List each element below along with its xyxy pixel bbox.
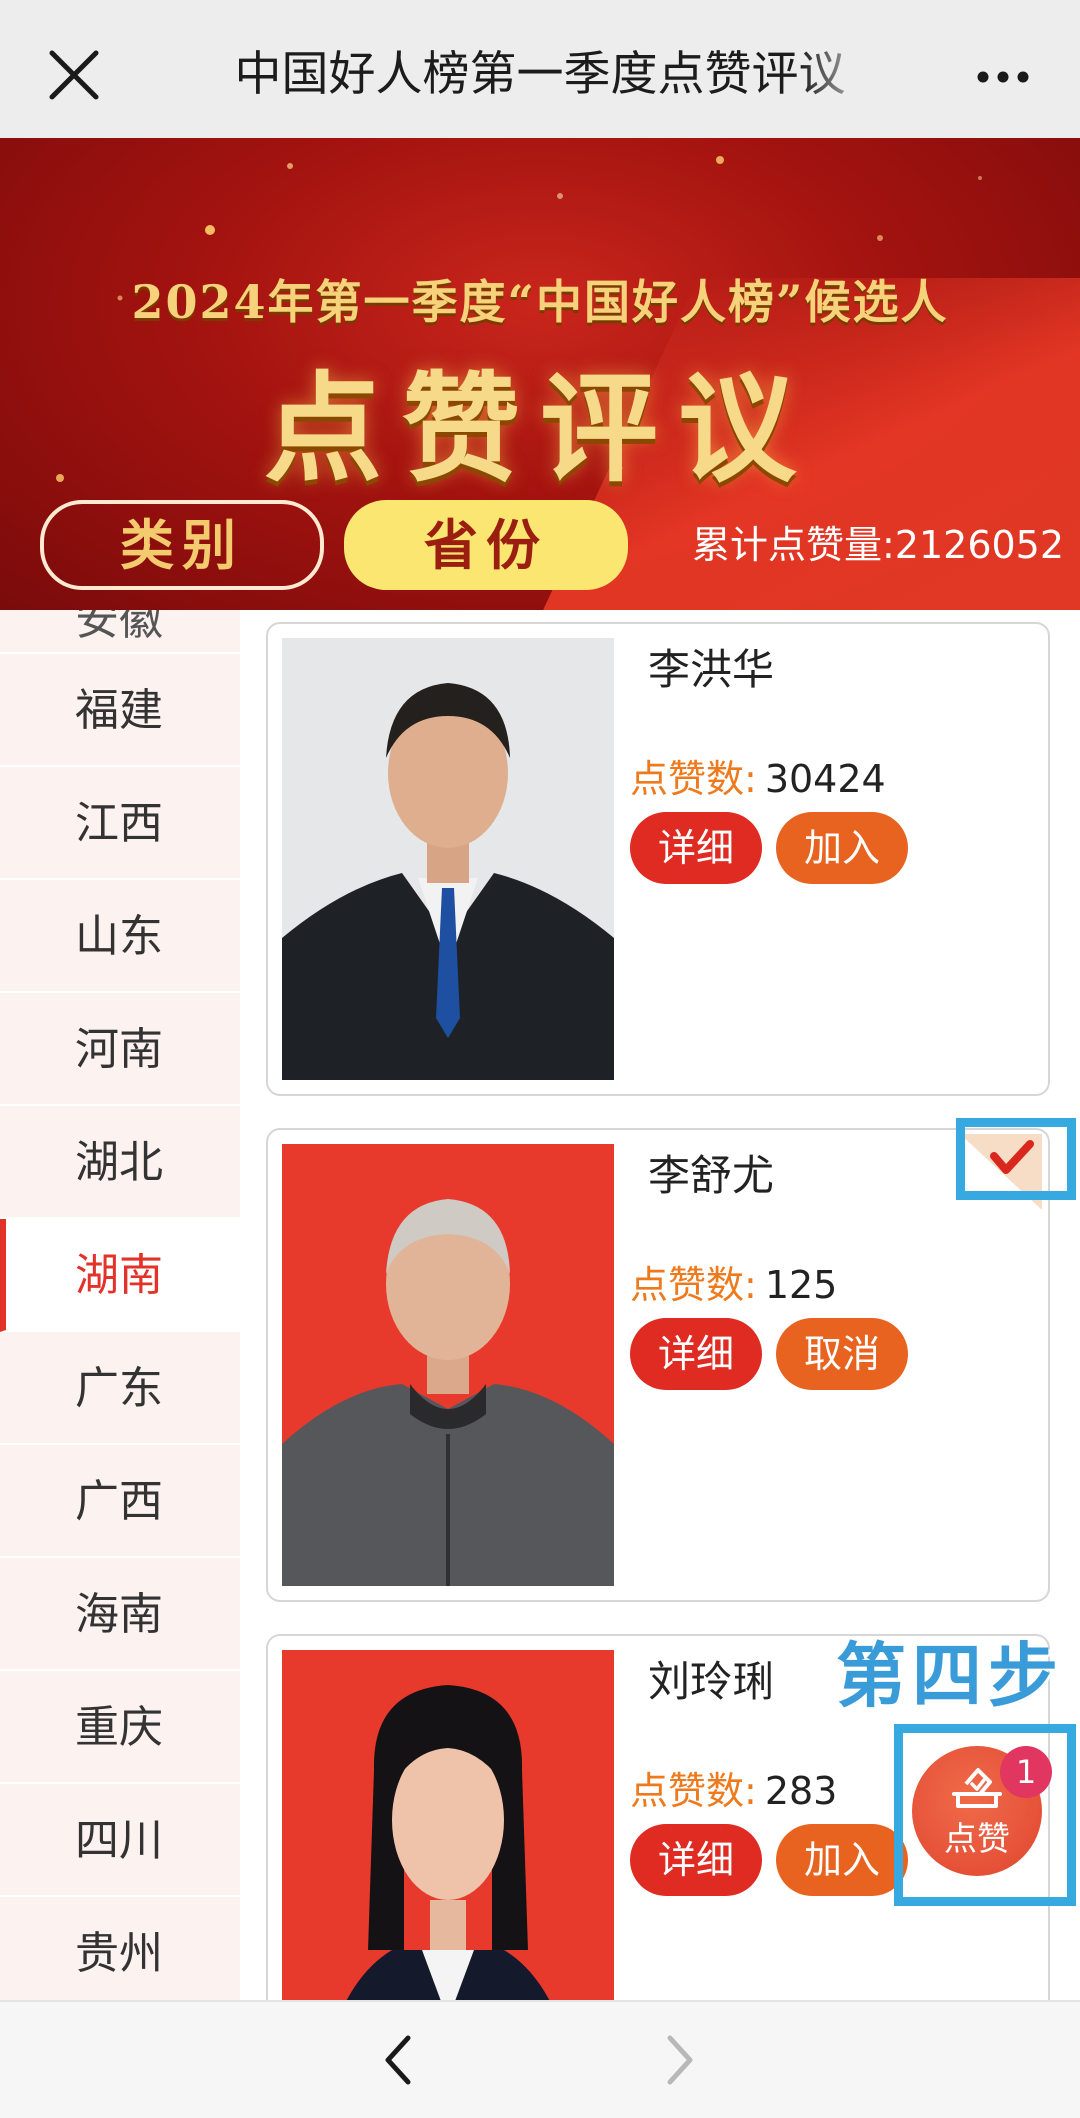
candidate-name: 刘玲琍 <box>648 1657 775 1706</box>
sidebar-item-hunan[interactable]: 湖南 <box>0 1219 240 1332</box>
detail-button[interactable]: 详细 <box>630 1824 762 1896</box>
like-count-value: 30424 <box>764 757 886 801</box>
forward-arrow-icon[interactable] <box>660 2032 700 2088</box>
like-count-label: 点赞数: <box>630 757 757 801</box>
tab-province[interactable]: 省份 <box>344 500 628 590</box>
page-title: 中国好人榜第一季度点赞评议 <box>234 47 846 102</box>
add-button[interactable]: 加入 <box>776 812 908 884</box>
province-sidebar: 安徽 福建 江西 山东 河南 湖北 湖南 广东 广西 海南 重庆 四川 贵州 <box>0 610 240 2000</box>
sidebar-item-guizhou[interactable]: 贵州 <box>0 1897 240 2000</box>
detail-button[interactable]: 详细 <box>630 1318 762 1390</box>
banner-subtitle: 2024年第一季度“中国好人榜”候选人 <box>131 275 949 329</box>
step-annotation: 第四步 <box>836 1634 1064 1717</box>
candidate-like-count: 点赞数: 283 <box>630 1760 837 1815</box>
vote-button-label: 点赞 <box>944 1819 1010 1858</box>
candidate-name: 李洪华 <box>648 645 775 694</box>
candidate-like-count: 点赞数: 30424 <box>630 748 886 803</box>
candidate-card: 李舒尤 点赞数: 125 详细 取消 <box>266 1128 1050 1602</box>
candidate-like-count: 点赞数: 125 <box>630 1254 837 1309</box>
sidebar-item-shandong[interactable]: 山东 <box>0 880 240 993</box>
banner-headline: 点赞评议 <box>263 359 816 498</box>
event-banner: 2024年第一季度“中国好人榜”候选人 点赞评议 类别 省份 累计点赞量:212… <box>0 138 1080 610</box>
candidate-photo <box>282 1650 614 2000</box>
sidebar-item-hubei[interactable]: 湖北 <box>0 1106 240 1219</box>
total-likes-counter: 累计点赞量:2126052 <box>692 523 1065 567</box>
sidebar-item-fujian[interactable]: 福建 <box>0 654 240 767</box>
like-count-value: 125 <box>764 1263 838 1307</box>
more-icon[interactable] <box>975 62 1031 92</box>
sidebar-item-henan[interactable]: 河南 <box>0 993 240 1106</box>
title-fade <box>800 30 880 110</box>
candidate-photo <box>282 638 614 1080</box>
candidate-name: 李舒尤 <box>648 1151 775 1200</box>
close-icon[interactable] <box>44 45 104 105</box>
vote-icon <box>952 1768 1002 1808</box>
sidebar-item-jiangxi[interactable]: 江西 <box>0 767 240 880</box>
sidebar-item-guangdong[interactable]: 广东 <box>0 1332 240 1445</box>
cancel-button[interactable]: 取消 <box>776 1318 908 1390</box>
bottom-navigation-bar <box>0 2000 1080 2118</box>
top-navigation-bar: 中国好人榜第一季度点赞评议 <box>0 0 1080 138</box>
back-arrow-icon[interactable] <box>378 2032 418 2088</box>
candidate-photo <box>282 1144 614 1586</box>
sidebar-item-anhui[interactable]: 安徽 <box>0 610 240 654</box>
sidebar-item-hainan[interactable]: 海南 <box>0 1558 240 1671</box>
detail-button[interactable]: 详细 <box>630 812 762 884</box>
candidate-card: 李洪华 点赞数: 30424 详细 加入 <box>266 622 1050 1096</box>
tab-category[interactable]: 类别 <box>40 500 324 590</box>
add-button[interactable]: 加入 <box>776 1824 908 1896</box>
like-count-label: 点赞数: <box>630 1263 757 1307</box>
sidebar-item-sichuan[interactable]: 四川 <box>0 1784 240 1897</box>
like-count-value: 283 <box>764 1769 838 1813</box>
vote-count-badge: 1 <box>1000 1746 1052 1798</box>
sidebar-item-guangxi[interactable]: 广西 <box>0 1445 240 1558</box>
checkmark-highlight-box <box>956 1118 1076 1200</box>
sidebar-item-chongqing[interactable]: 重庆 <box>0 1671 240 1784</box>
like-count-label: 点赞数: <box>630 1769 757 1813</box>
